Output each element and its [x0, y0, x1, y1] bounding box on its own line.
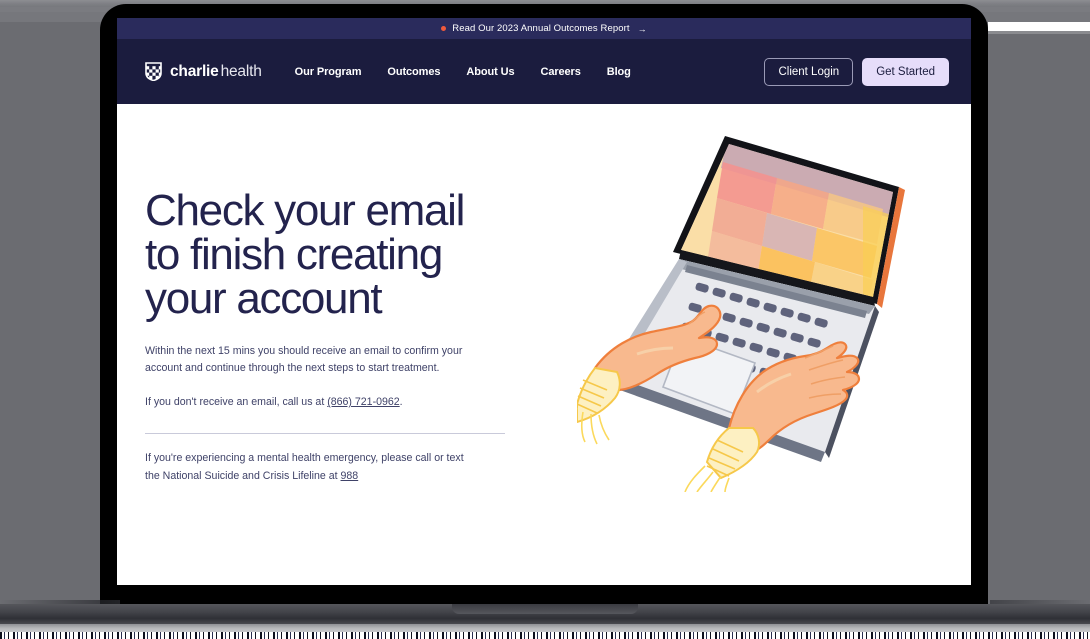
brand-logo[interactable]: charlie health: [145, 62, 262, 81]
laptop-base-notch: [452, 604, 638, 614]
backdrop-streak-right: [988, 31, 1090, 34]
crisis-lifeline-link[interactable]: 988: [341, 470, 359, 482]
nav-link-our-program[interactable]: Our Program: [295, 66, 362, 78]
brand-wordmark: charlie health: [170, 63, 262, 81]
backdrop-white-band: [988, 22, 1090, 31]
page-title: Check your email to finish creating your…: [145, 186, 465, 323]
primary-nav: Our Program Outcomes About Us Careers Bl…: [295, 66, 631, 78]
get-started-button[interactable]: Get Started: [862, 57, 949, 86]
brand-name-bold: charlie: [170, 62, 219, 80]
nav-link-careers[interactable]: Careers: [540, 66, 580, 78]
crisis-paragraph: If you're experiencing a mental health e…: [145, 450, 480, 484]
orange-dot-icon: [441, 26, 447, 31]
navbar-actions: Client Login Get Started: [764, 57, 949, 86]
confirmation-paragraph: Within the next 15 mins you should recei…: [145, 345, 463, 375]
announcement-text: Read Our 2023 Annual Outcomes Report: [452, 23, 630, 34]
page-content: Check your email to finish creating your…: [117, 104, 971, 585]
support-phone-link[interactable]: (866) 721-0962: [327, 396, 399, 408]
announcement-link[interactable]: Read Our 2023 Annual Outcomes Report →: [441, 23, 647, 34]
charlie-health-shield-icon: [145, 62, 162, 81]
laptop-mockup-scene: Read Our 2023 Annual Outcomes Report → c…: [0, 0, 1090, 639]
support-paragraph: If you don't receive an email, call us a…: [145, 394, 493, 411]
section-divider: [145, 433, 505, 435]
text-column: Check your email to finish creating your…: [117, 104, 537, 585]
bottom-edge-speckle: [0, 632, 1090, 639]
nav-link-outcomes[interactable]: Outcomes: [387, 66, 440, 78]
arrow-right-icon: →: [637, 23, 647, 34]
support-text-suffix: .: [399, 396, 403, 409]
nav-link-blog[interactable]: Blog: [607, 66, 631, 78]
brand-name-light: health: [220, 62, 262, 80]
crisis-text-prefix: If you're experiencing a mental health e…: [145, 452, 464, 482]
client-login-button[interactable]: Client Login: [764, 57, 854, 86]
announcement-banner: Read Our 2023 Annual Outcomes Report →: [117, 18, 971, 39]
browser-viewport: Read Our 2023 Annual Outcomes Report → c…: [117, 18, 971, 585]
support-text-prefix: If you don't receive an email, call us a…: [145, 396, 328, 409]
nav-link-about-us[interactable]: About Us: [466, 66, 514, 78]
hands-typing-on-laptop-illustration: [577, 122, 937, 492]
site-navbar: charlie health Our Program Outcomes About…: [117, 39, 971, 104]
